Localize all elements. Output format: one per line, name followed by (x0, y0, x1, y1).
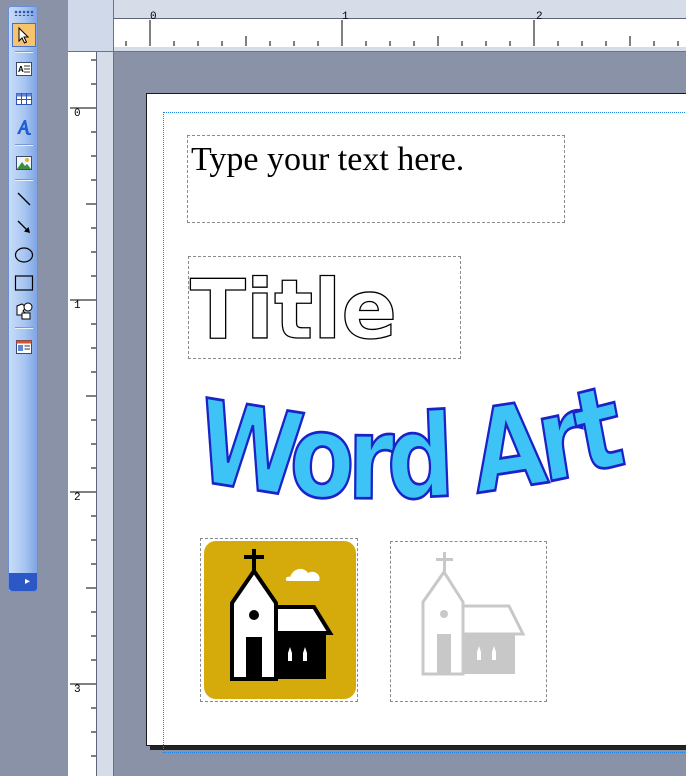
autoshapes-icon (16, 302, 33, 320)
clipart-church-colored[interactable] (204, 541, 356, 699)
ruler-corner (68, 0, 114, 52)
v-ruler-label-3: 3 (74, 684, 81, 696)
vertical-ruler-ticks (70, 59, 96, 757)
wordart-object[interactable]: Word Art (192, 380, 642, 510)
h-ruler-label-0: 0 (150, 11, 157, 23)
design-gallery-icon (16, 340, 32, 354)
h-ruler-label-1: 1 (342, 11, 349, 23)
wordart-icon (17, 120, 31, 135)
text-box-content[interactable]: Type your text here. (191, 141, 464, 179)
wordart-text: Word Art (192, 380, 632, 510)
table-icon (16, 93, 32, 105)
text-box-icon: A (16, 62, 32, 76)
rectangle-icon (14, 275, 34, 291)
toolbar-options-button[interactable]: ▸ (9, 573, 37, 591)
clipart-frame-2[interactable] (390, 541, 547, 702)
rectangle-button[interactable] (12, 271, 36, 295)
v-ruler-label-0: 0 (74, 108, 81, 120)
title-text: Title (190, 266, 397, 352)
cursor-arrow-icon (18, 26, 30, 44)
select-objects-button[interactable] (12, 23, 36, 47)
church-faded-icon (421, 552, 526, 676)
h-ruler-label-2: 2 (536, 11, 543, 23)
vertical-ruler[interactable]: 0 1 2 3 (68, 52, 114, 776)
arrow-icon (17, 220, 30, 233)
toolbar-grip[interactable] (14, 10, 34, 16)
line-icon (17, 192, 31, 206)
svg-text:A: A (18, 65, 24, 74)
v-ruler-label-1: 1 (74, 300, 81, 312)
picture-icon (16, 156, 32, 170)
horizontal-ruler-ticks (125, 20, 679, 46)
text-box-button[interactable]: A (12, 57, 36, 81)
church-icon (230, 549, 334, 681)
arrow-button[interactable] (12, 215, 36, 239)
oval-button[interactable] (12, 243, 36, 267)
insert-table-button[interactable] (12, 87, 36, 111)
picture-frame-button[interactable] (12, 151, 36, 175)
design-gallery-button[interactable] (12, 335, 36, 359)
objects-toolbar: A ▸ (8, 6, 38, 592)
oval-icon (14, 247, 34, 263)
title-outline-text[interactable]: Title (188, 266, 448, 352)
wordart-text-path: Word Art (192, 380, 639, 510)
line-button[interactable] (12, 187, 36, 211)
autoshapes-button[interactable] (12, 299, 36, 323)
horizontal-ruler[interactable]: 0 1 2 (114, 0, 686, 52)
insert-wordart-button[interactable] (12, 115, 36, 139)
v-ruler-label-2: 2 (74, 492, 81, 504)
